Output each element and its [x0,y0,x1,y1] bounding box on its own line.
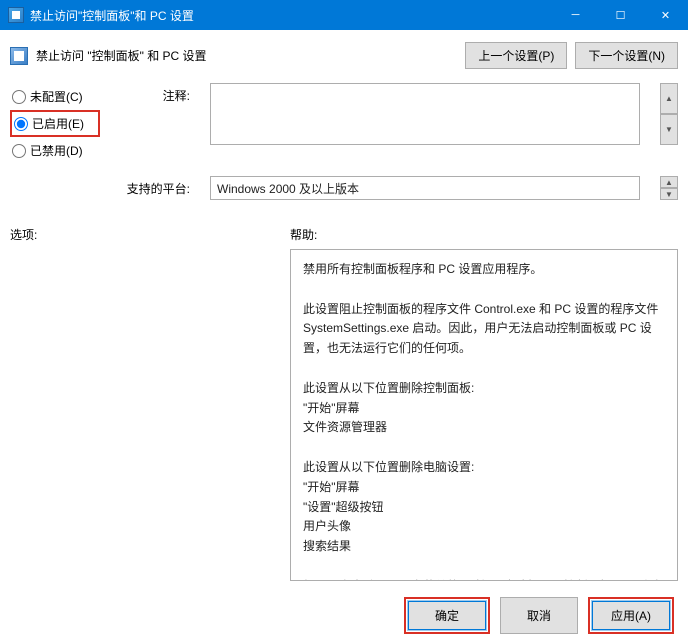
next-setting-button[interactable]: 下一个设置(N) [575,42,678,69]
ok-highlight: 确定 [404,597,490,634]
maximize-button[interactable]: ☐ [598,0,643,30]
radio-enabled-label: 已启用(E) [32,115,84,132]
platform-label: 支持的平台: [120,176,190,200]
close-button[interactable]: ✕ [643,0,688,30]
help-section-label: 帮助: [290,226,678,243]
radio-disabled-label: 已禁用(D) [30,142,83,159]
window-controls: ─ ☐ ✕ [553,0,688,30]
radio-not-configured-label: 未配置(C) [30,88,83,105]
radio-not-configured-input[interactable] [12,90,26,104]
help-text-box[interactable]: 禁用所有控制面板程序和 PC 设置应用程序。 此设置阻止控制面板的程序文件 Co… [290,249,678,581]
dialog-footer: 确定 取消 应用(A) [0,597,688,634]
minimize-button[interactable]: ─ [553,0,598,30]
ok-button[interactable]: 确定 [408,601,486,630]
state-radios: 未配置(C) 已启用(E) 已禁用(D) [10,83,100,164]
header-row: 禁止访问 "控制面板" 和 PC 设置 上一个设置(P) 下一个设置(N) [0,30,688,79]
apply-highlight: 应用(A) [588,597,674,634]
previous-setting-button[interactable]: 上一个设置(P) [465,42,567,69]
apply-button[interactable]: 应用(A) [592,601,670,630]
radio-not-configured[interactable]: 未配置(C) [10,83,100,110]
radio-enabled[interactable]: 已启用(E) [10,110,100,137]
spinner-down[interactable]: ▼ [660,114,678,145]
comment-textarea[interactable] [210,83,640,145]
policy-title: 禁止访问 "控制面板" 和 PC 设置 [36,47,457,64]
comment-spinner: ▲ ▼ [660,83,678,145]
spinner-down[interactable]: ▼ [660,188,678,200]
title-bar: 禁止访问"控制面板"和 PC 设置 ─ ☐ ✕ [0,0,688,30]
radio-disabled[interactable]: 已禁用(D) [10,137,100,164]
platform-spinner: ▲ ▼ [660,176,678,200]
platform-value: Windows 2000 及以上版本 [210,176,640,200]
app-icon [8,7,24,23]
policy-icon [10,47,28,65]
options-panel [10,249,280,581]
options-section-label: 选项: [10,226,290,243]
cancel-button[interactable]: 取消 [500,597,578,634]
spinner-up[interactable]: ▲ [660,83,678,114]
spinner-up[interactable]: ▲ [660,176,678,188]
radio-disabled-input[interactable] [12,144,26,158]
radio-enabled-input[interactable] [14,117,28,131]
comment-label: 注释: [120,83,190,104]
window-title: 禁止访问"控制面板"和 PC 设置 [30,7,553,24]
